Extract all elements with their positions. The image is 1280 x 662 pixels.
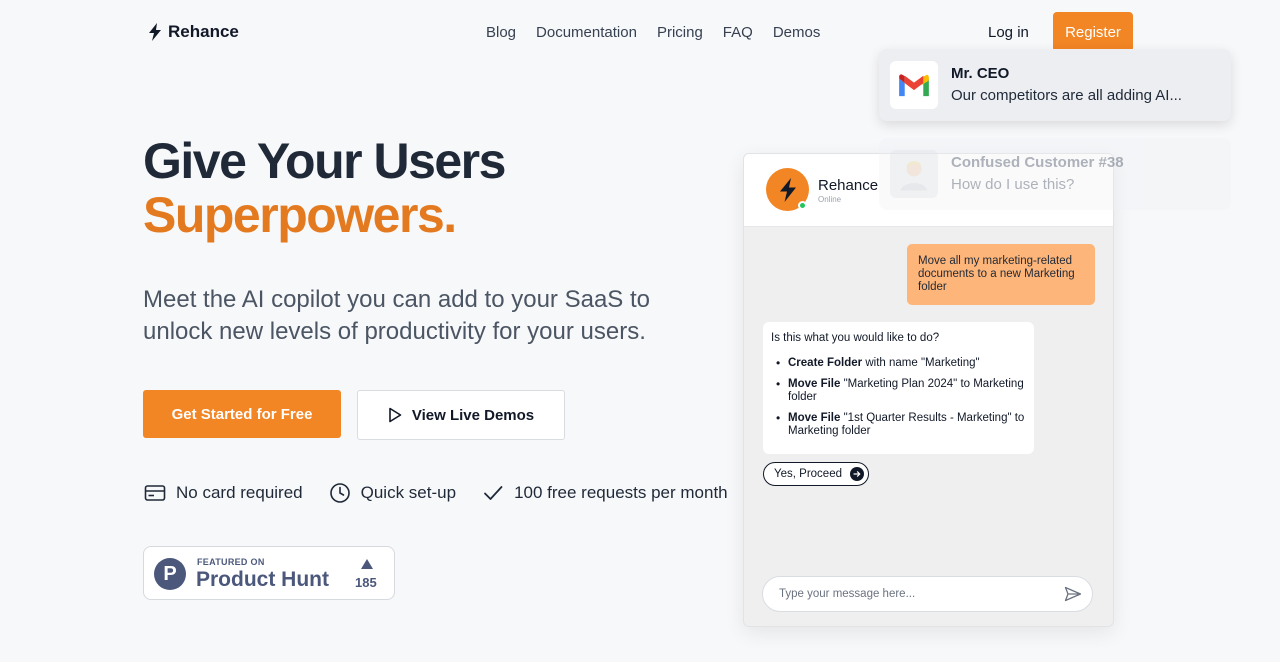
notification-title: Mr. CEO — [951, 65, 1010, 82]
view-demos-label: View Live Demos — [411, 406, 535, 424]
customer-avatar — [890, 150, 938, 198]
product-hunt-badge[interactable]: P FEATURED ON Product Hunt 185 — [143, 546, 395, 600]
ph-featured-label: FEATURED ON — [197, 557, 265, 567]
action-item: Move File "1st Quarter Results - Marketi… — [771, 412, 1026, 439]
proceed-button[interactable]: Yes, Proceed — [763, 462, 869, 486]
brand-logo[interactable]: Rehance — [148, 22, 239, 42]
view-demos-button[interactable]: View Live Demos — [357, 390, 565, 440]
lightning-icon — [779, 177, 796, 202]
feature-list: No card required Quick set-up 100 free r… — [144, 482, 728, 504]
login-link[interactable]: Log in — [988, 24, 1029, 41]
notification-title: Confused Customer #38 — [951, 154, 1124, 171]
feature-label: No card required — [176, 483, 303, 502]
clock-icon — [329, 483, 350, 503]
ph-upvote-count: 185 — [355, 575, 377, 590]
arrow-right-icon — [849, 467, 864, 481]
chat-message-input[interactable] — [762, 576, 1093, 612]
nav-link-demos[interactable]: Demos — [773, 24, 821, 41]
get-started-button[interactable]: Get Started for Free — [143, 390, 341, 438]
chat-widget: Rehance Online Move all my marketing-rel… — [743, 153, 1114, 627]
register-button[interactable]: Register — [1053, 12, 1133, 52]
action-item: Create Folder with name "Marketing" — [771, 357, 1026, 371]
play-icon — [389, 407, 402, 423]
online-indicator — [798, 201, 807, 210]
lightning-icon — [149, 23, 161, 41]
hero-title-line2: Superpowers. — [143, 187, 457, 243]
nav-link-pricing[interactable]: Pricing — [657, 24, 703, 41]
nav-link-documentation[interactable]: Documentation — [536, 24, 637, 41]
proceed-label: Yes, Proceed — [774, 468, 842, 480]
gmail-icon — [890, 61, 938, 109]
feature-label: 100 free requests per month — [514, 483, 728, 502]
hero-title: Give Your Users Superpowers. — [143, 133, 506, 243]
bot-message: Is this what you would like to do? Creat… — [763, 322, 1034, 454]
notification-text: Our competitors are all adding AI... — [951, 87, 1182, 104]
action-item: Move File "Marketing Plan 2024" to Marke… — [771, 378, 1026, 405]
notification-card: Mr. CEO Our competitors are all adding A… — [879, 49, 1231, 121]
nav-link-faq[interactable]: FAQ — [723, 24, 753, 41]
upvote-arrow-icon — [361, 559, 373, 569]
hero-title-line1: Give Your Users — [143, 133, 506, 189]
send-icon[interactable] — [1064, 586, 1082, 602]
action-list: Create Folder with name "Marketing" Move… — [771, 357, 1026, 439]
hero-subtitle: Meet the AI copilot you can add to your … — [143, 286, 650, 345]
chat-status: Online — [818, 195, 842, 204]
chat-bot-name: Rehance — [818, 177, 879, 194]
credit-card-icon — [144, 485, 166, 501]
feature-no-card: No card required — [144, 482, 303, 504]
bot-question: Is this what you would like to do? — [771, 332, 940, 344]
nav-links: Blog Documentation Pricing FAQ Demos — [486, 24, 820, 41]
feature-quick-setup: Quick set-up — [329, 482, 456, 504]
feature-label: Quick set-up — [360, 483, 457, 502]
ph-name: Product Hunt — [196, 568, 329, 591]
feature-free-requests: 100 free requests per month — [482, 482, 728, 504]
nav-link-blog[interactable]: Blog — [486, 24, 516, 41]
brand-name: Rehance — [168, 22, 239, 41]
notification-faded: Confused Customer #38 How do I use this? — [879, 138, 1231, 210]
product-hunt-icon: P — [154, 558, 186, 590]
user-message: Move all my marketing-related documents … — [907, 244, 1095, 305]
notification-text: How do I use this? — [951, 176, 1075, 193]
check-icon — [484, 486, 503, 500]
